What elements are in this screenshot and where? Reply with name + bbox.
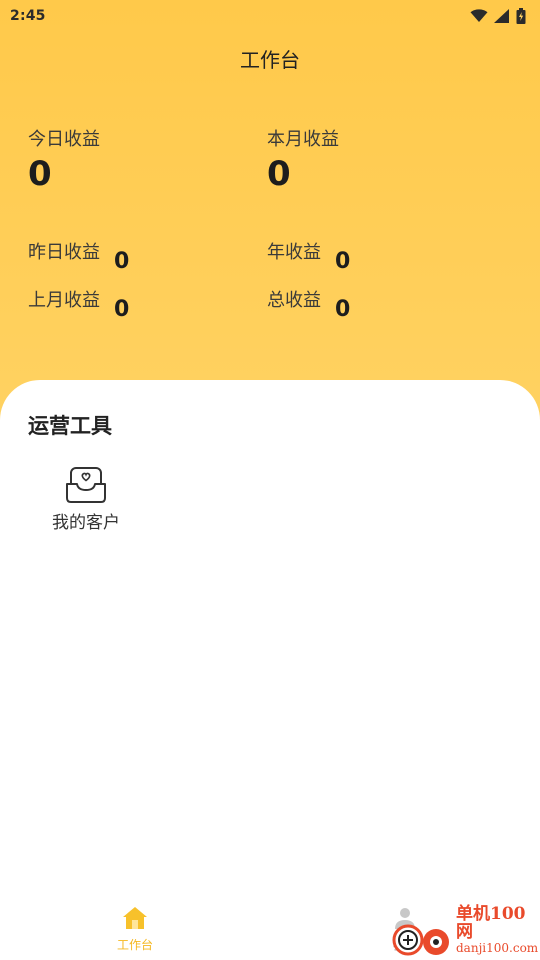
yesterday-earnings: 昨日收益 0: [28, 238, 129, 274]
signal-icon: [494, 9, 510, 23]
nav-label-workbench: 工作台: [116, 938, 153, 952]
lastmonth-earnings: 上月收益 0: [28, 286, 129, 322]
status-icons: [470, 8, 526, 24]
lastmonth-earnings-label: 上月收益: [28, 290, 100, 311]
home-icon: [95, 906, 175, 934]
month-earnings-value: 0: [267, 154, 291, 194]
today-earnings-label: 今日收益: [28, 129, 100, 150]
year-earnings: 年收益 0: [267, 238, 350, 274]
yesterday-earnings-label: 昨日收益: [28, 242, 100, 263]
lastmonth-earnings-value: 0: [114, 297, 130, 322]
customer-inbox-heart-icon: [65, 466, 107, 504]
page-title: 工作台: [240, 48, 300, 72]
watermark: 单机100网 danji100.com: [388, 902, 538, 958]
tools-section-title: 运营工具: [28, 414, 112, 438]
battery-icon: [516, 8, 526, 24]
month-earnings-label: 本月收益: [267, 129, 339, 150]
watermark-logo-icon: [388, 902, 456, 958]
total-earnings-value: 0: [335, 297, 351, 322]
watermark-url: danji100.com: [456, 940, 539, 955]
wifi-icon: [470, 9, 488, 23]
watermark-name: 单机100网: [456, 903, 526, 942]
my-customers-tool[interactable]: 我的客户: [38, 466, 134, 533]
status-bar: 2:45: [0, 0, 540, 32]
total-earnings: 总收益 0: [267, 286, 350, 322]
tools-card: 运营工具 我的客户: [0, 380, 540, 900]
nav-item-workbench[interactable]: 工作台: [95, 906, 175, 953]
workbench-screen: 2:45 工作台 今日收益 0 本月收益 0 昨日收益 0 年收益 0 上月收益…: [0, 0, 540, 960]
year-earnings-value: 0: [335, 249, 351, 274]
status-time: 2:45: [10, 8, 46, 24]
today-earnings: 今日收益 0: [28, 125, 100, 191]
year-earnings-label: 年收益: [267, 242, 321, 263]
watermark-text: 单机100网 danji100.com: [456, 903, 539, 955]
month-earnings: 本月收益 0: [267, 125, 339, 191]
yesterday-earnings-value: 0: [114, 249, 130, 274]
my-customers-label: 我的客户: [52, 513, 120, 533]
total-earnings-label: 总收益: [267, 290, 321, 311]
today-earnings-value: 0: [28, 154, 52, 194]
